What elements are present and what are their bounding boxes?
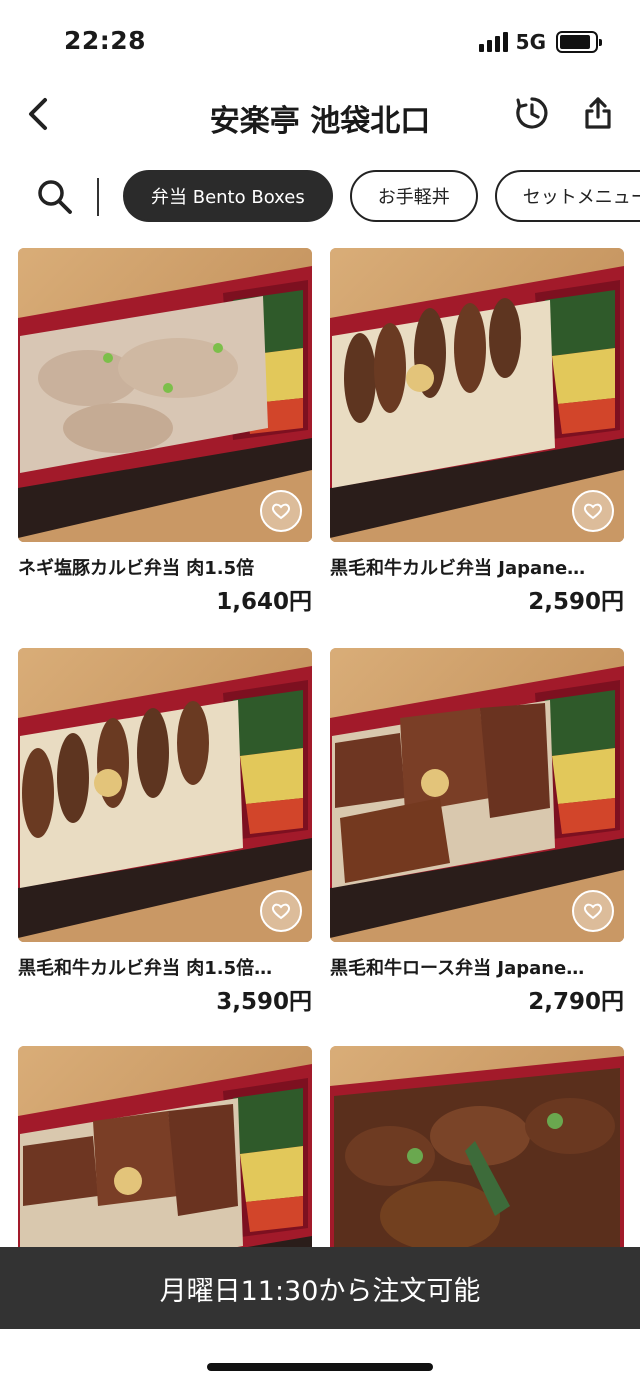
share-button[interactable]	[578, 93, 618, 133]
share-icon	[585, 97, 611, 129]
tab-bento-boxes[interactable]: 弁当 Bento Boxes	[123, 170, 333, 222]
product-card[interactable]: 黒毛和牛ロース弁当 Japane… 2,790円	[330, 648, 624, 1016]
favorite-button[interactable]	[572, 490, 614, 532]
home-indicator-area	[0, 1329, 640, 1385]
product-price: 2,790円	[528, 989, 624, 1015]
status-bar: 22:28 5G	[0, 0, 640, 86]
favorite-button[interactable]	[572, 890, 614, 932]
product-price: 2,590円	[528, 589, 624, 615]
network-type: 5G	[515, 30, 546, 54]
heart-icon	[271, 903, 291, 920]
status-indicators: 5G	[478, 30, 602, 54]
search-icon	[38, 180, 72, 214]
heart-icon	[271, 503, 291, 520]
product-card[interactable]: 黒毛和牛カルビ弁当 肉1.5倍… 3,590円	[18, 648, 312, 1016]
product-price: 1,640円	[216, 589, 312, 615]
product-image[interactable]	[330, 248, 624, 542]
product-name: 黒毛和牛カルビ弁当 Japane…	[330, 558, 586, 579]
battery-icon	[556, 31, 602, 53]
category-bar: 弁当 Bento Boxes お手軽丼 セットメニュー	[0, 168, 640, 224]
home-indicator[interactable]	[207, 1363, 433, 1371]
favorite-button[interactable]	[260, 490, 302, 532]
search-button[interactable]	[34, 176, 76, 218]
product-name: 黒毛和牛ロース弁当 Japane…	[330, 958, 585, 979]
product-image[interactable]	[18, 248, 312, 542]
product-name: ネギ塩豚カルビ弁当 肉1.5倍	[18, 558, 255, 579]
header: 安楽亭 池袋北口	[0, 86, 640, 146]
heart-icon	[583, 503, 603, 520]
back-button[interactable]	[18, 94, 58, 134]
product-image[interactable]	[330, 648, 624, 942]
order-availability-banner: 月曜日11:30から注文可能	[0, 1247, 640, 1329]
product-card[interactable]: ネギ塩豚カルビ弁当 肉1.5倍 1,640円	[18, 248, 312, 616]
status-time: 22:28	[64, 26, 147, 55]
signal-icon	[478, 32, 508, 52]
clock-history-icon	[516, 97, 548, 129]
tab-otegaru-don[interactable]: お手軽丼	[349, 170, 478, 222]
product-name: 黒毛和牛カルビ弁当 肉1.5倍…	[18, 958, 273, 979]
tab-set-menu[interactable]: セットメニュー	[494, 170, 640, 222]
category-tabs: 弁当 Bento Boxes お手軽丼 セットメニュー	[123, 170, 640, 222]
chevron-left-icon	[29, 98, 47, 130]
favorite-button[interactable]	[260, 890, 302, 932]
history-button[interactable]	[512, 93, 552, 133]
product-card[interactable]: 黒毛和牛カルビ弁当 Japane… 2,590円	[330, 248, 624, 616]
heart-icon	[583, 903, 603, 920]
product-image[interactable]	[18, 648, 312, 942]
divider	[97, 178, 99, 216]
product-price: 3,590円	[216, 989, 312, 1015]
